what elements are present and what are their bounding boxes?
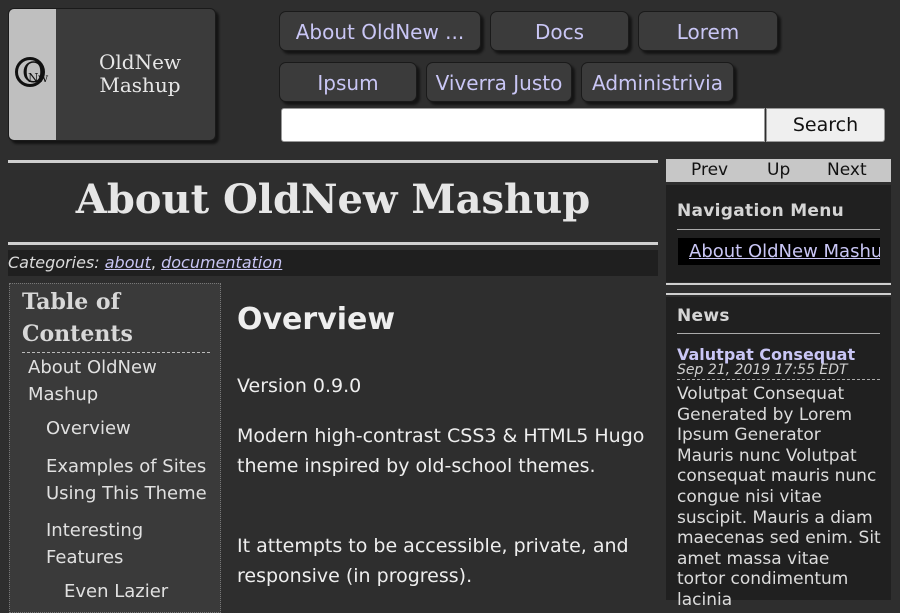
news-item-body: Volutpat Consequat Generated by Lorem Ip… bbox=[677, 384, 881, 610]
nav-item-about[interactable]: About OldNew ... bbox=[279, 11, 481, 51]
page-pager: Prev Up Next bbox=[666, 159, 891, 182]
news-item-date: Sep 21, 2019 17:55 EDT bbox=[677, 362, 880, 380]
next-link[interactable]: Next bbox=[827, 159, 867, 182]
toc-item-about[interactable]: About OldNew Mashup bbox=[28, 354, 208, 408]
navigation-menu-panel bbox=[666, 185, 891, 282]
article-heading: Overview bbox=[237, 302, 396, 337]
site-logo-box[interactable]: O N w OldNew Mashup bbox=[8, 8, 216, 141]
category-link-documentation[interactable]: documentation bbox=[161, 253, 282, 272]
sidebar-rule bbox=[666, 283, 891, 285]
article-version: Version 0.9.0 bbox=[237, 375, 362, 397]
toc-title: Table of Contents bbox=[22, 286, 210, 353]
category-separator: , bbox=[150, 253, 156, 272]
toc-item-examples[interactable]: Examples of Sites Using This Theme bbox=[46, 453, 216, 507]
sidebar-rule bbox=[666, 293, 891, 295]
toc-item-even-lazier[interactable]: Even Lazier bbox=[64, 578, 214, 605]
title-bottom-rule bbox=[8, 242, 658, 245]
table-of-contents: Table of Contents About OldNew Mashup Ov… bbox=[9, 283, 221, 613]
news-divider bbox=[677, 333, 880, 334]
page-title: About OldNew Mashup bbox=[75, 176, 591, 223]
article-paragraph: Modern high-contrast CSS3 & HTML5 Hugo t… bbox=[237, 425, 645, 477]
nav-item-docs[interactable]: Docs bbox=[490, 11, 629, 51]
oldnew-logo-icon: O N w bbox=[15, 56, 48, 89]
nav-item-administrivia[interactable]: Administrivia bbox=[581, 62, 734, 102]
categories-label: Categories: bbox=[8, 253, 100, 272]
search-button[interactable]: Search bbox=[766, 108, 885, 142]
nav-menu-divider bbox=[677, 229, 880, 230]
article-paragraph: It attempts to be accessible, private, a… bbox=[237, 535, 629, 587]
nav-item-viverra-justo[interactable]: Viverra Justo bbox=[426, 62, 572, 102]
up-link[interactable]: Up bbox=[767, 159, 790, 182]
toc-item-features[interactable]: Interesting Features bbox=[46, 517, 216, 571]
site-title[interactable]: OldNew Mashup bbox=[65, 51, 215, 97]
navigation-menu-title: Navigation Menu bbox=[677, 201, 845, 221]
news-title: News bbox=[677, 306, 730, 326]
category-link-about[interactable]: about bbox=[105, 253, 151, 272]
nav-item-lorem[interactable]: Lorem bbox=[638, 11, 778, 51]
prev-link[interactable]: Prev bbox=[691, 159, 728, 182]
search-input[interactable] bbox=[281, 108, 765, 142]
nav-menu-item-about[interactable]: About OldNew Mashup bbox=[678, 238, 880, 265]
toc-item-overview[interactable]: Overview bbox=[46, 415, 216, 442]
title-top-rule bbox=[8, 160, 658, 163]
nav-item-ipsum[interactable]: Ipsum bbox=[279, 62, 417, 102]
categories-bar: Categories: about, documentation bbox=[8, 250, 658, 276]
